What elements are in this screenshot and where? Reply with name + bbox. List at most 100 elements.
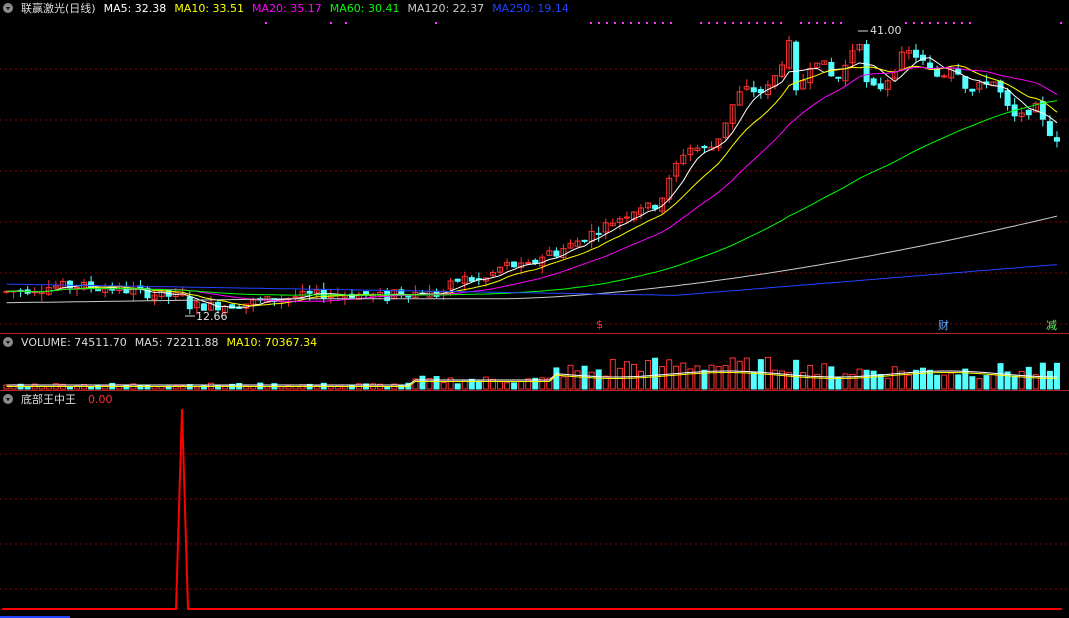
indicator-line xyxy=(2,408,1062,610)
price-legend: 联赢激光(日线) MA5: 32.38 MA10: 33.51 MA20: 35.17… xyxy=(0,0,577,18)
ma10-line xyxy=(6,64,1058,307)
signal-dot xyxy=(330,22,332,24)
volume-bar xyxy=(504,382,511,390)
price-legend-ma60: MA60: 30.41 xyxy=(329,2,400,15)
volume-bar xyxy=(193,386,200,390)
price-legend-ma120: MA120: 22.37 xyxy=(407,2,485,15)
price-panel[interactable]: 联赢激光(日线) MA5: 32.38 MA10: 33.51 MA20: 35.17… xyxy=(0,0,1069,334)
volume-bar xyxy=(891,366,898,390)
volume-bar xyxy=(440,382,447,390)
volume-bar xyxy=(313,384,320,390)
settings-gear-icon[interactable] xyxy=(3,394,13,404)
volume-bar xyxy=(729,357,736,390)
volume-bar xyxy=(652,357,659,390)
volume-bar xyxy=(708,364,715,390)
signal-dot xyxy=(1060,22,1062,24)
signal-dot xyxy=(961,22,963,24)
signal-dot xyxy=(606,22,608,24)
volume-bar xyxy=(595,369,602,390)
finance-marker[interactable]: 财 xyxy=(938,317,949,333)
volume-bar xyxy=(574,370,581,390)
price-legend-ma250: MA250: 19.14 xyxy=(492,2,569,15)
volume-bar xyxy=(1053,362,1060,390)
volume-bar xyxy=(645,360,652,390)
candle xyxy=(468,277,475,282)
volume-bar xyxy=(800,372,807,390)
volume-bar xyxy=(623,361,630,390)
signal-dot xyxy=(945,22,947,24)
volume-bar xyxy=(934,374,941,390)
volume-bar xyxy=(835,376,842,390)
volume-bar xyxy=(659,366,666,390)
signal-dot xyxy=(764,22,766,24)
signal-dot xyxy=(929,22,931,24)
indicator-chart[interactable] xyxy=(0,391,1069,618)
candle xyxy=(306,290,313,294)
signal-dot xyxy=(345,22,347,24)
reduce-marker[interactable]: 减 xyxy=(1046,317,1057,333)
candle xyxy=(1053,137,1060,142)
volume-bar xyxy=(518,381,525,390)
volume-bar xyxy=(976,378,983,390)
signal-dot xyxy=(905,22,907,24)
candle xyxy=(927,62,934,69)
volume-bar xyxy=(553,367,560,390)
volume-bar xyxy=(990,374,997,390)
settings-gear-icon[interactable] xyxy=(3,337,13,347)
low-price-label: 12.66 xyxy=(196,310,228,323)
volume-bar xyxy=(1046,370,1053,390)
high-price-label: 41.00 xyxy=(870,24,902,37)
candle xyxy=(525,262,532,265)
signal-dot xyxy=(646,22,648,24)
volume-bar xyxy=(750,371,757,390)
signal-dot xyxy=(740,22,742,24)
signal-dot xyxy=(598,22,600,24)
volume-bar xyxy=(955,374,962,390)
volume-legend-ma5: MA5: 72211.88 xyxy=(134,336,219,349)
signal-dot xyxy=(808,22,810,24)
dividend-marker[interactable]: $ xyxy=(596,318,603,331)
candle xyxy=(454,278,461,282)
volume-bar xyxy=(997,363,1004,390)
indicator-panel[interactable]: 底部王中王 0.00 xyxy=(0,391,1069,618)
volume-bar xyxy=(941,374,948,390)
candle xyxy=(828,62,835,77)
signal-dot xyxy=(724,22,726,24)
signal-dot xyxy=(590,22,592,24)
volume-bar xyxy=(475,380,482,390)
volume-bar xyxy=(948,372,955,390)
signal-dot xyxy=(435,22,437,24)
volume-bar xyxy=(1018,370,1025,390)
volume-bar xyxy=(433,376,440,390)
signal-dot xyxy=(662,22,664,24)
volume-panel[interactable]: VOLUME: 74511.70 MA5: 72211.88 MA10: 70367… xyxy=(0,334,1069,390)
volume-bar xyxy=(102,384,109,390)
ma60-line xyxy=(6,100,1058,296)
volume-legend-volume: VOLUME: 74511.70 xyxy=(21,336,127,349)
signal-dot xyxy=(913,22,915,24)
volume-bar xyxy=(1025,366,1032,390)
signal-dot xyxy=(840,22,842,24)
signal-dot xyxy=(622,22,624,24)
volume-bar xyxy=(511,382,518,390)
volume-bar xyxy=(567,364,574,390)
volume-bar xyxy=(482,376,489,390)
volume-bar xyxy=(1039,362,1046,390)
price-chart[interactable] xyxy=(0,0,1069,334)
volume-legend: VOLUME: 74511.70 MA5: 72211.88 MA10: 70367… xyxy=(0,334,325,352)
settings-gear-icon[interactable] xyxy=(3,3,13,13)
signal-dot xyxy=(816,22,818,24)
volume-bar xyxy=(3,384,10,390)
candle xyxy=(1046,121,1053,136)
volume-bar xyxy=(461,380,468,390)
signal-dot xyxy=(772,22,774,24)
candle xyxy=(88,281,95,289)
candle xyxy=(532,259,539,264)
signal-dot xyxy=(614,22,616,24)
candle xyxy=(553,250,560,257)
volume-bar xyxy=(962,368,969,390)
volume-bar xyxy=(715,365,722,390)
volume-bar xyxy=(278,386,285,390)
volume-bar xyxy=(736,360,743,390)
price-legend-ma10: MA10: 33.51 xyxy=(174,2,245,15)
